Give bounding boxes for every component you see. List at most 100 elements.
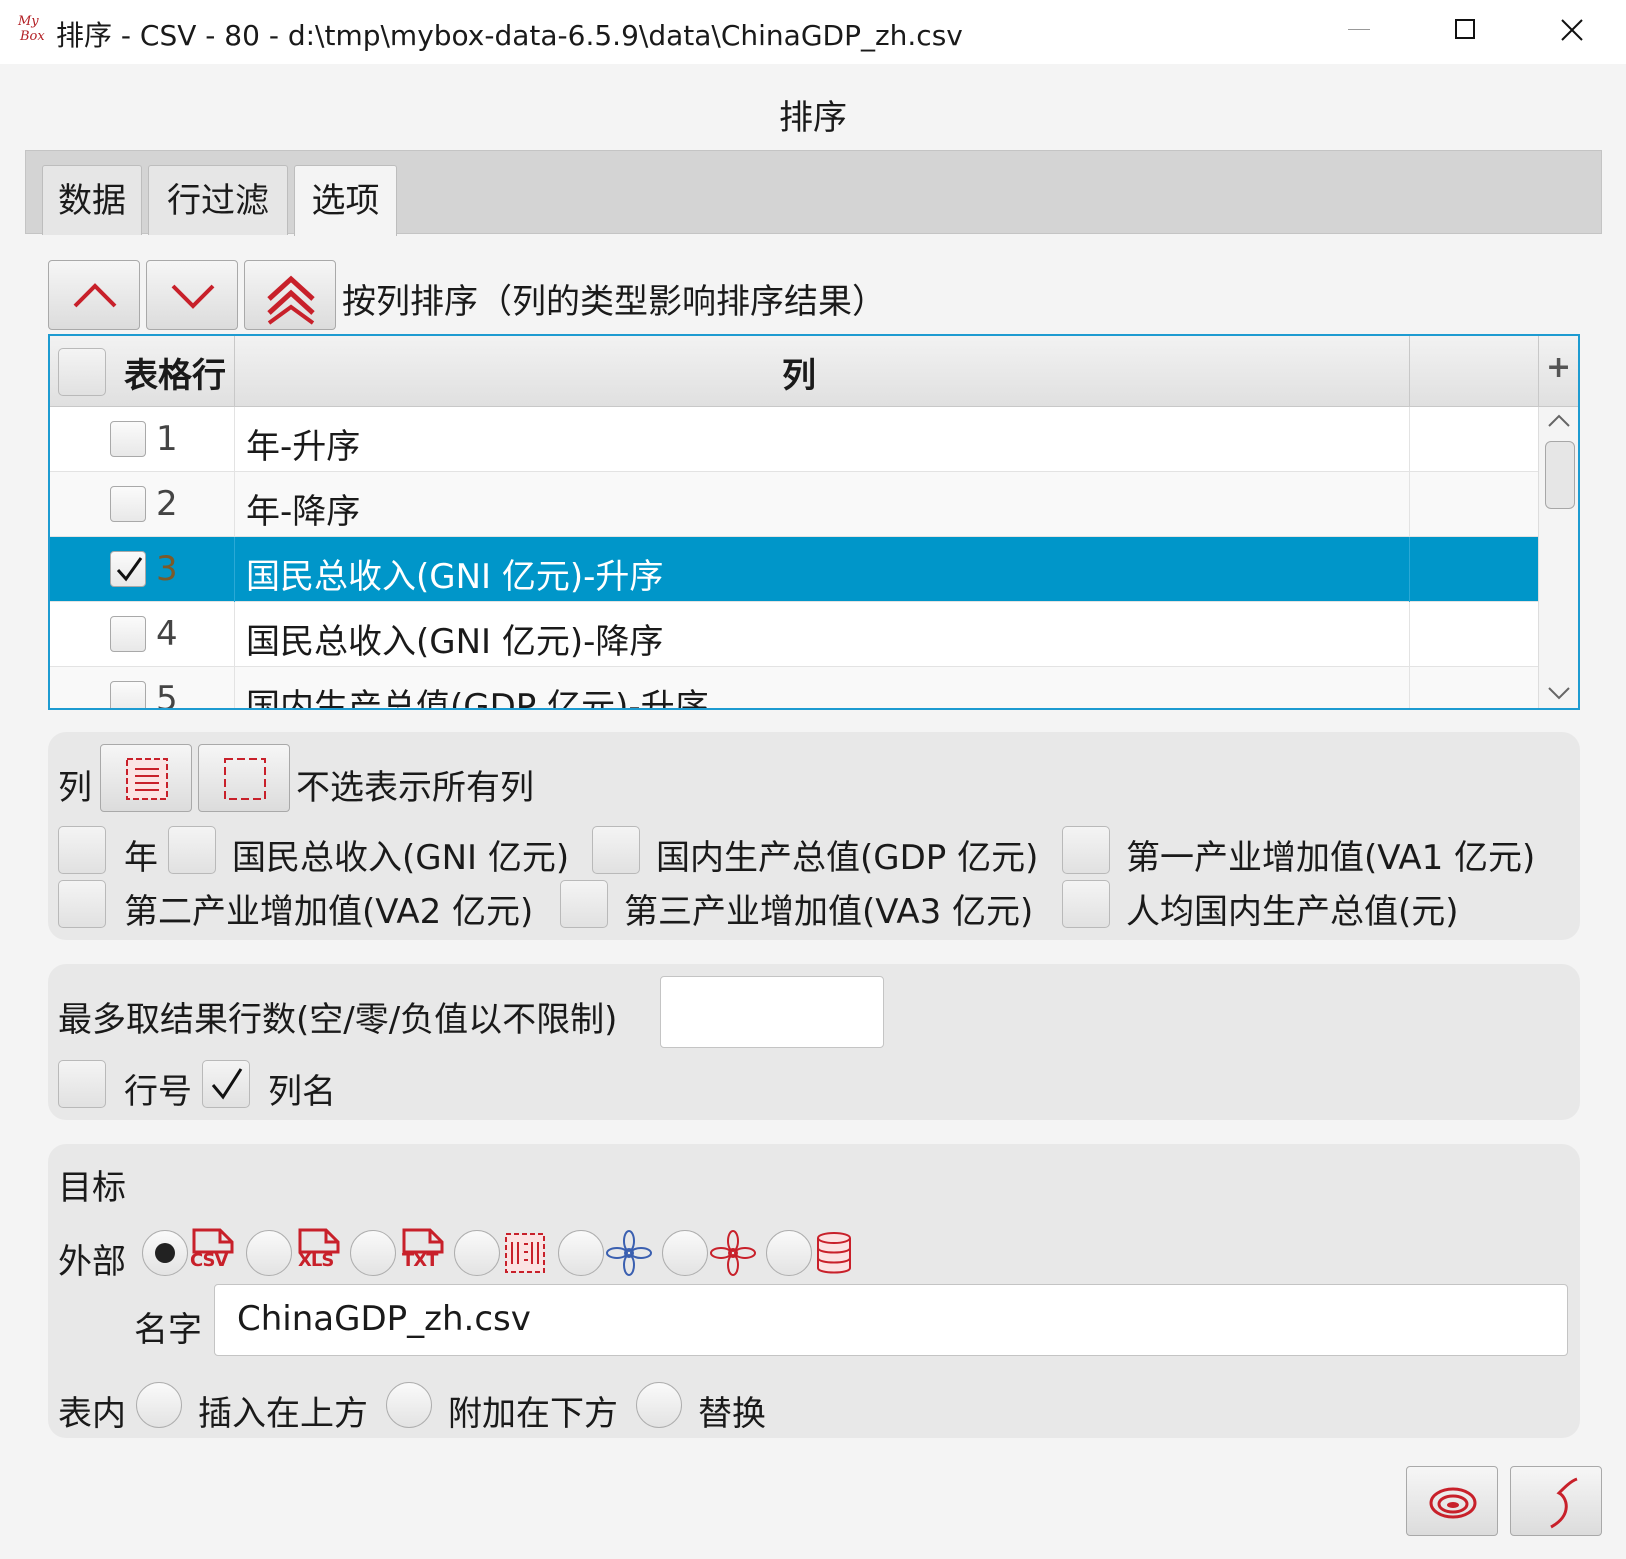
- dialog-title: 排序: [779, 98, 847, 138]
- column-option-label: 国内生产总值(GDP 亿元): [656, 838, 1039, 878]
- cancel-button[interactable]: [1510, 1466, 1602, 1536]
- minimize-button[interactable]: [1338, 10, 1378, 50]
- column-names-label: 列名: [268, 1072, 336, 1112]
- table-row[interactable]: 2 年-降序: [50, 472, 1538, 537]
- table-row[interactable]: 4 国民总收入(GNI 亿元)-降序: [50, 602, 1538, 667]
- hook-icon: [1550, 1477, 1578, 1529]
- row-number-label: 行号: [124, 1072, 192, 1112]
- column-option-checkbox[interactable]: [1062, 880, 1110, 928]
- replace-radio[interactable]: [636, 1382, 682, 1428]
- column-option-label: 年: [124, 838, 158, 878]
- checkmark-icon: [211, 1068, 243, 1100]
- max-rows-input[interactable]: [660, 976, 884, 1048]
- target-name-input[interactable]: ChinaGDP_zh.csv: [214, 1284, 1568, 1356]
- max-rows-label: 最多取结果行数(空/零/负值以不限制): [58, 1000, 618, 1040]
- external-label: 外部: [58, 1242, 126, 1282]
- chevron-down-icon: [171, 284, 215, 309]
- row-checkbox[interactable]: [110, 486, 146, 522]
- column-option-checkbox[interactable]: [1062, 826, 1110, 874]
- tab-options[interactable]: 选项: [294, 165, 397, 236]
- row-checkbox[interactable]: [110, 616, 146, 652]
- all-columns-hint: 不选表示所有列: [296, 768, 534, 808]
- format-csv-radio[interactable]: [142, 1230, 188, 1276]
- column-option-checkbox[interactable]: [168, 826, 216, 874]
- blue-flower-icon: [606, 1230, 652, 1276]
- format-matrix-radio[interactable]: [454, 1230, 500, 1276]
- format-database-radio[interactable]: [766, 1230, 812, 1276]
- spiral-start-icon: [1429, 1487, 1477, 1519]
- txt-file-icon: TXT: [400, 1228, 446, 1276]
- row-checkbox[interactable]: [110, 421, 146, 457]
- column-option-checkbox[interactable]: [58, 826, 106, 874]
- row-label: 年-升序: [246, 427, 361, 467]
- close-icon: [1561, 19, 1583, 41]
- matrix-icon: [505, 1233, 545, 1273]
- chevron-up-icon: [73, 283, 117, 308]
- header-column: 列: [782, 356, 816, 396]
- move-down-button[interactable]: [146, 260, 238, 330]
- tab-row-filter[interactable]: 行过滤: [148, 165, 288, 235]
- scroll-thumb[interactable]: [1545, 441, 1575, 509]
- row-label: 年-降序: [246, 492, 361, 532]
- select-all-icon: [126, 758, 168, 800]
- row-checkbox[interactable]: [110, 681, 146, 708]
- column-option-checkbox[interactable]: [560, 880, 608, 928]
- format-blue-flower-radio[interactable]: [558, 1230, 604, 1276]
- scroll-down-icon[interactable]: [1547, 685, 1571, 701]
- row-number: 3: [156, 549, 178, 589]
- format-txt-radio[interactable]: [350, 1230, 396, 1276]
- tab-data[interactable]: 数据: [42, 165, 142, 235]
- header-table-row: 表格行: [124, 356, 226, 396]
- column-option-label: 人均国内生产总值(元): [1126, 892, 1459, 932]
- target-title: 目标: [58, 1168, 126, 1208]
- checkmark-icon: [116, 557, 143, 582]
- table-row[interactable]: 1 年-升序: [50, 407, 1538, 472]
- table-scrollbar[interactable]: [1538, 407, 1578, 708]
- select-none-columns-button[interactable]: [198, 744, 290, 812]
- csv-file-icon: CSV: [190, 1228, 236, 1276]
- append-below-radio[interactable]: [386, 1382, 432, 1428]
- column-option-label: 国民总收入(GNI 亿元): [232, 838, 570, 878]
- double-chevron-up-icon: [267, 275, 315, 325]
- internal-label: 表内: [58, 1394, 126, 1434]
- row-number: 5: [156, 679, 178, 710]
- xls-file-icon: XLS: [296, 1228, 342, 1276]
- add-column-button[interactable]: +: [1546, 350, 1571, 385]
- row-number: 4: [156, 614, 178, 654]
- row-label: 国民总收入(GNI 亿元)-降序: [246, 622, 664, 662]
- scroll-up-icon[interactable]: [1547, 413, 1571, 429]
- move-up-button[interactable]: [48, 260, 140, 330]
- format-xls-radio[interactable]: [246, 1230, 292, 1276]
- insert-above-label: 插入在上方: [198, 1394, 368, 1434]
- table-header: 表格行 列 +: [50, 336, 1578, 407]
- maximize-button[interactable]: [1445, 10, 1485, 50]
- row-checkbox-checked[interactable]: [110, 551, 146, 587]
- format-red-flower-radio[interactable]: [662, 1230, 708, 1276]
- sort-table[interactable]: 表格行 列 + 1 年-升序 2 年-降序 3 国民总收入(GNI 亿元)-升序…: [48, 334, 1580, 710]
- column-option-label: 第一产业增加值(VA1 亿元): [1126, 838, 1536, 878]
- replace-label: 替换: [698, 1394, 766, 1434]
- column-option-checkbox[interactable]: [592, 826, 640, 874]
- select-all-columns-button[interactable]: [100, 744, 192, 812]
- mybox-logo-icon: My Box: [18, 14, 45, 44]
- row-number: 2: [156, 484, 178, 524]
- columns-label: 列: [58, 768, 92, 808]
- row-label: 国民总收入(GNI 亿元)-升序: [246, 557, 664, 597]
- insert-above-radio[interactable]: [136, 1382, 182, 1428]
- table-row-selected[interactable]: 3 国民总收入(GNI 亿元)-升序: [50, 537, 1538, 602]
- row-number-checkbox[interactable]: [58, 1060, 106, 1108]
- column-names-checkbox[interactable]: [202, 1060, 250, 1108]
- close-button[interactable]: [1552, 10, 1592, 50]
- red-flower-icon: [710, 1230, 756, 1276]
- select-none-icon: [224, 758, 266, 800]
- name-label: 名字: [134, 1310, 202, 1350]
- row-number: 1: [156, 419, 178, 459]
- window-title: 排序 - CSV - 80 - d:\tmp\mybox-data-6.5.9\…: [56, 19, 963, 52]
- row-label: 国内生产总值(GDP 亿元)-升序: [246, 687, 709, 710]
- move-top-button[interactable]: [244, 260, 336, 330]
- column-option-label: 第三产业增加值(VA3 亿元): [624, 892, 1034, 932]
- column-option-checkbox[interactable]: [58, 880, 106, 928]
- start-button[interactable]: [1406, 1466, 1498, 1536]
- table-row[interactable]: 5 国内生产总值(GDP 亿元)-升序: [50, 667, 1538, 710]
- sort-by-columns-label: 按列排序（列的类型影响排序结果）: [342, 282, 886, 322]
